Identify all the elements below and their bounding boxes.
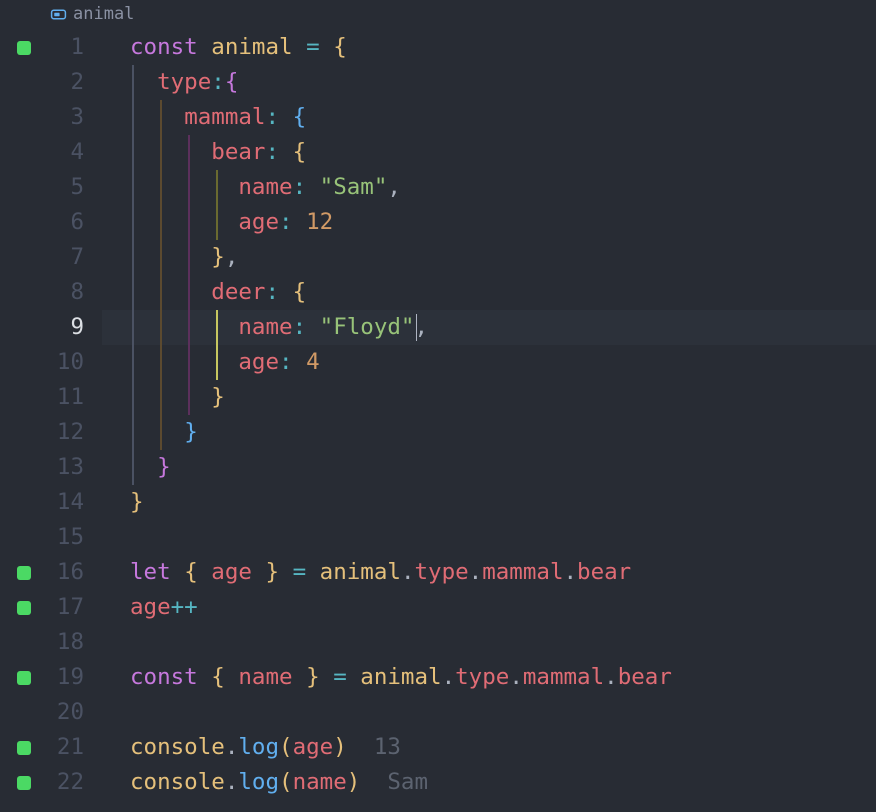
gutter-marker-icon[interactable]: [17, 566, 31, 580]
breadcrumb[interactable]: animal: [0, 0, 876, 30]
code-line[interactable]: deer: {: [102, 275, 876, 310]
code-line[interactable]: name: "Sam",: [102, 170, 876, 205]
line-number[interactable]: 11: [48, 380, 102, 415]
inline-hint: 13: [374, 734, 401, 760]
code-line[interactable]: console.log(name) Sam: [102, 765, 876, 800]
code-line[interactable]: }: [102, 450, 876, 485]
code-line[interactable]: age++: [102, 590, 876, 625]
code-line[interactable]: [102, 625, 876, 660]
line-number[interactable]: 20: [48, 695, 102, 730]
code-line[interactable]: },: [102, 240, 876, 275]
line-number[interactable]: 17: [48, 590, 102, 625]
line-number[interactable]: 22: [48, 765, 102, 800]
breadcrumb-label: animal: [73, 4, 134, 24]
code-area: 1 2 3 4 5 6 7 8 9 10 11 12 13 14 15 16 1…: [0, 30, 876, 812]
code-line[interactable]: [102, 695, 876, 730]
code-line[interactable]: console.log(age) 13: [102, 730, 876, 765]
code-line[interactable]: type:{: [102, 65, 876, 100]
line-number[interactable]: 14: [48, 485, 102, 520]
line-number[interactable]: 12: [48, 415, 102, 450]
line-number[interactable]: 18: [48, 625, 102, 660]
code-line[interactable]: name: "Floyd",: [102, 310, 876, 345]
code-line[interactable]: const { name } = animal.type.mammal.bear: [102, 660, 876, 695]
line-number[interactable]: 19: [48, 660, 102, 695]
code-content[interactable]: const animal = { type:{ mammal: { bear: …: [102, 30, 876, 812]
code-line[interactable]: [102, 520, 876, 555]
code-editor: animal 1 2 3 4 5 6 7 8 9: [0, 0, 876, 812]
code-line[interactable]: bear: {: [102, 135, 876, 170]
gutter-marker-icon[interactable]: [17, 601, 31, 615]
code-line[interactable]: mammal: {: [102, 100, 876, 135]
code-line[interactable]: age: 4: [102, 345, 876, 380]
gutter-marker-icon[interactable]: [17, 41, 31, 55]
line-number[interactable]: 16: [48, 555, 102, 590]
code-line[interactable]: let { age } = animal.type.mammal.bear: [102, 555, 876, 590]
line-number[interactable]: 6: [48, 205, 102, 240]
line-number[interactable]: 8: [48, 275, 102, 310]
line-number[interactable]: 21: [48, 730, 102, 765]
code-line[interactable]: age: 12: [102, 205, 876, 240]
line-number[interactable]: 9: [48, 310, 102, 345]
line-number[interactable]: 15: [48, 520, 102, 555]
line-number-gutter: 1 2 3 4 5 6 7 8 9 10 11 12 13 14 15 16 1…: [48, 30, 102, 812]
code-line[interactable]: const animal = {: [102, 30, 876, 65]
line-number[interactable]: 7: [48, 240, 102, 275]
gutter-marker-icon[interactable]: [17, 671, 31, 685]
line-number[interactable]: 4: [48, 135, 102, 170]
line-number[interactable]: 13: [48, 450, 102, 485]
code-line[interactable]: }: [102, 380, 876, 415]
line-number[interactable]: 5: [48, 170, 102, 205]
gutter-marker-icon[interactable]: [17, 741, 31, 755]
symbol-variable-icon: [50, 6, 67, 23]
line-number[interactable]: 3: [48, 100, 102, 135]
inline-hint: Sam: [387, 769, 428, 795]
line-number[interactable]: 2: [48, 65, 102, 100]
gutter-markers: [0, 30, 48, 812]
code-line[interactable]: }: [102, 485, 876, 520]
line-number[interactable]: 1: [48, 30, 102, 65]
line-number[interactable]: 10: [48, 345, 102, 380]
code-line[interactable]: }: [102, 415, 876, 450]
gutter-marker-icon[interactable]: [17, 776, 31, 790]
